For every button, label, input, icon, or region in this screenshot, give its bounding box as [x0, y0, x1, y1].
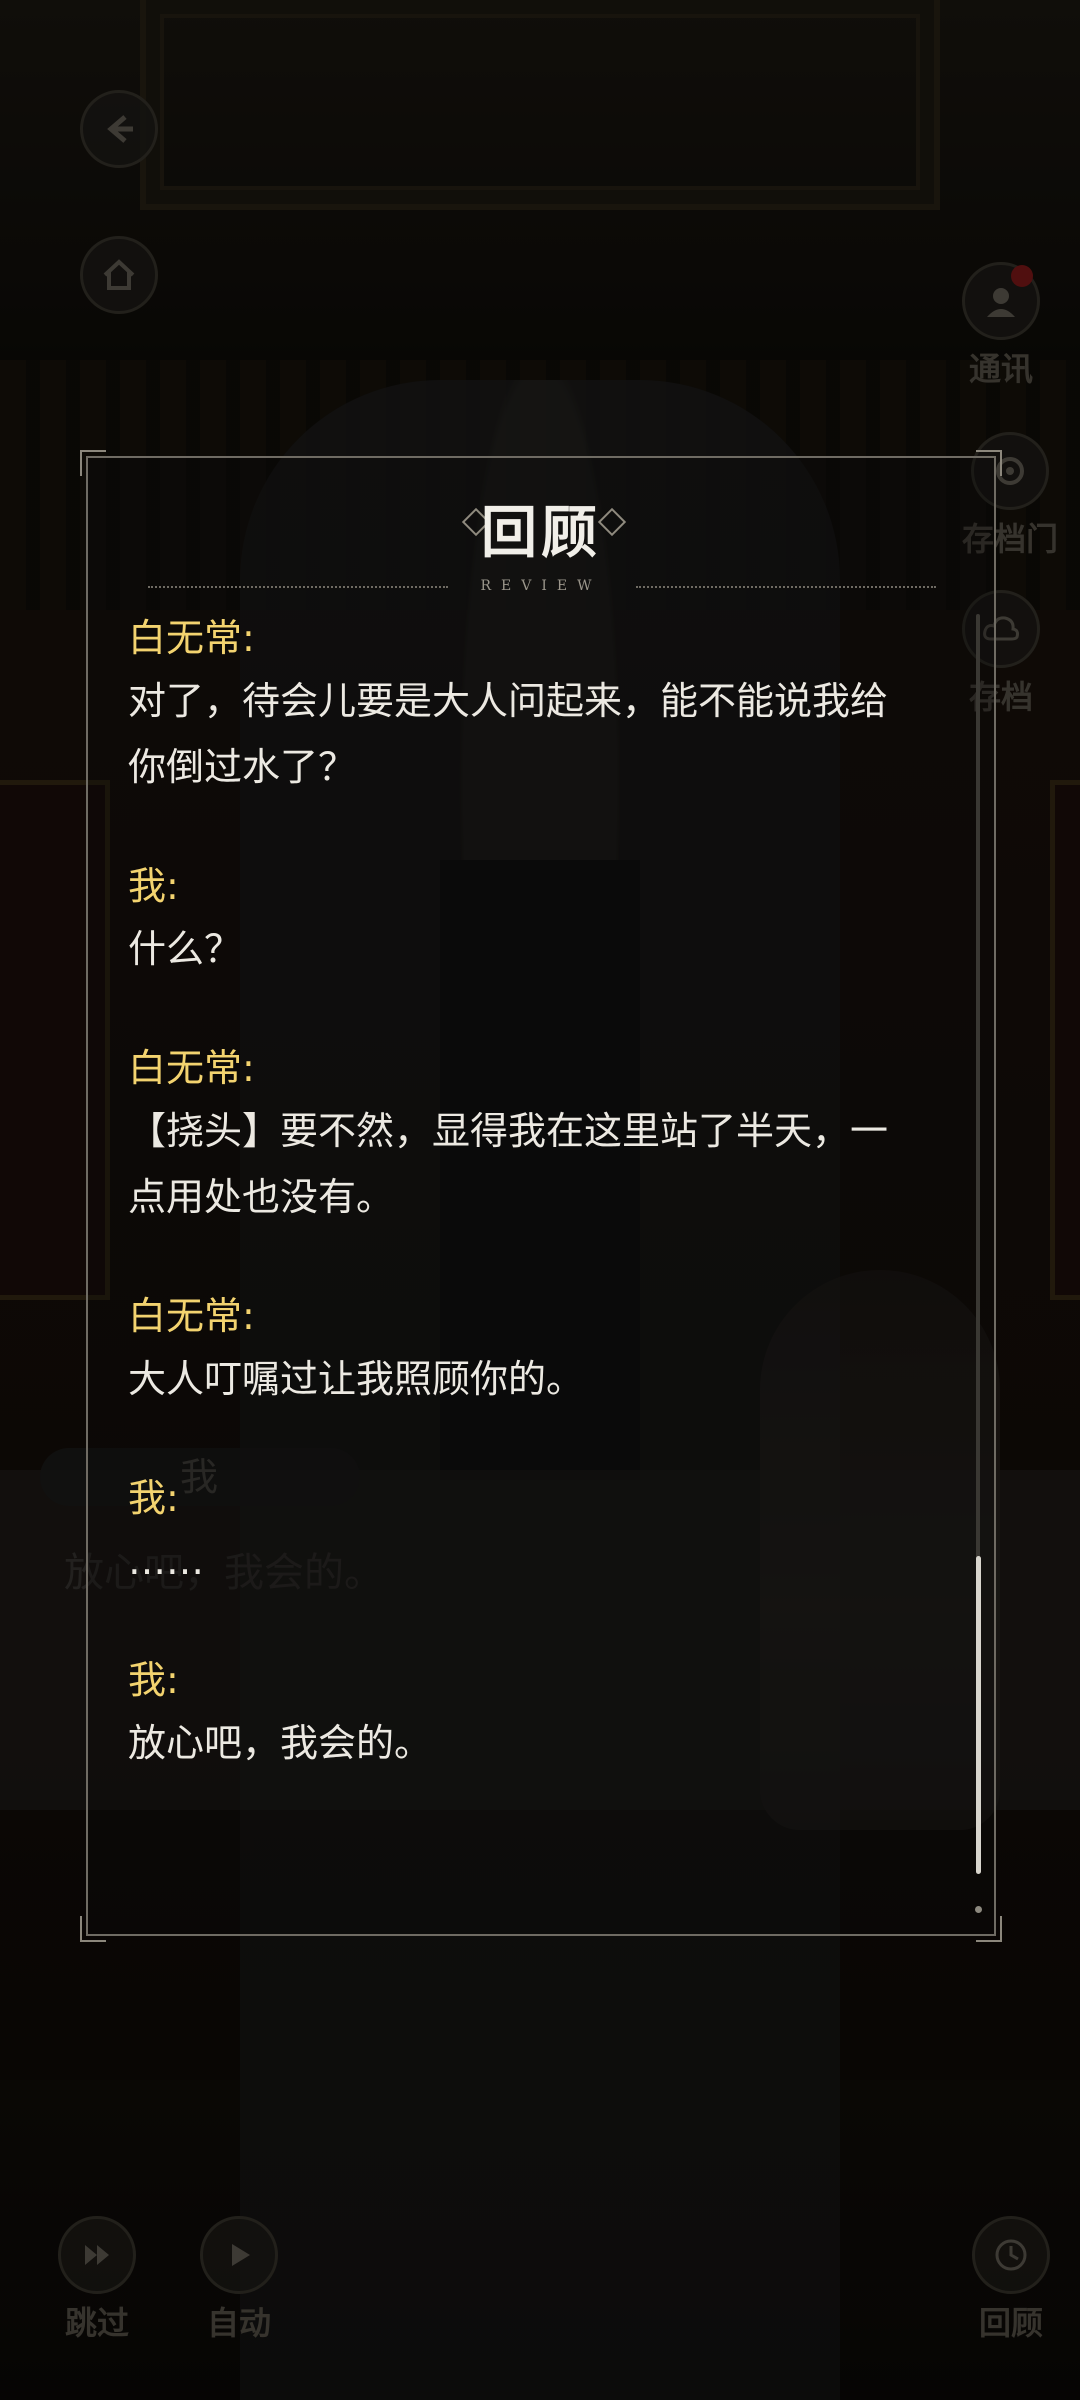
speaker-name: 白无常: — [128, 1294, 255, 1338]
dialog-line: 点用处也没有。 — [128, 1175, 395, 1219]
review-list[interactable]: 白无常: 对了，待会儿要是大人问起来，能不能说我给 你倒过水了？ 我: 什么？ … — [128, 608, 948, 1832]
review-panel: 回顾 REVIEW 白无常: 对了，待会儿要是大人问起来，能不能说我给 你倒过水… — [80, 450, 1002, 1942]
review-entry: 我: 放心吧，我会的。 — [128, 1650, 948, 1776]
corner-ornament — [80, 450, 106, 476]
divider-right — [636, 586, 936, 588]
review-entry: 白无常: 对了，待会儿要是大人问起来，能不能说我给 你倒过水了？ — [128, 608, 948, 800]
speaker-name: 我: — [128, 864, 179, 908]
review-title: 回顾 — [481, 500, 601, 566]
speaker-name: 白无常: — [128, 616, 255, 660]
dialog-line: …… — [128, 1539, 204, 1583]
dialog-line: 什么？ — [128, 927, 243, 971]
speaker-name: 我: — [128, 1658, 179, 1702]
corner-ornament — [80, 1916, 106, 1942]
dialog-line: 放心吧，我会的。 — [128, 1721, 433, 1765]
corner-ornament — [976, 450, 1002, 476]
dialog-line: 对了，待会儿要是大人问起来，能不能说我给 — [128, 679, 889, 723]
dialog-line: 你倒过水了？ — [128, 745, 357, 789]
corner-ornament — [976, 1916, 1002, 1942]
review-entry: 我: …… — [128, 1468, 948, 1594]
review-entry: 白无常: 【挠头】要不然，显得我在这里站了半天，一 点用处也没有。 — [128, 1038, 948, 1230]
review-entry: 我: 什么？ — [128, 856, 948, 982]
scrollbar-thumb[interactable] — [976, 1556, 981, 1874]
dialog-line: 【挠头】要不然，显得我在这里站了半天，一 — [128, 1109, 889, 1153]
dialog-line: 大人叮嘱过让我照顾你的。 — [128, 1357, 585, 1401]
speaker-name: 白无常: — [128, 1046, 255, 1090]
review-entry: 白无常: 大人叮嘱过让我照顾你的。 — [128, 1286, 948, 1412]
scrollbar-end-dot — [975, 1906, 982, 1913]
speaker-name: 我: — [128, 1476, 179, 1520]
